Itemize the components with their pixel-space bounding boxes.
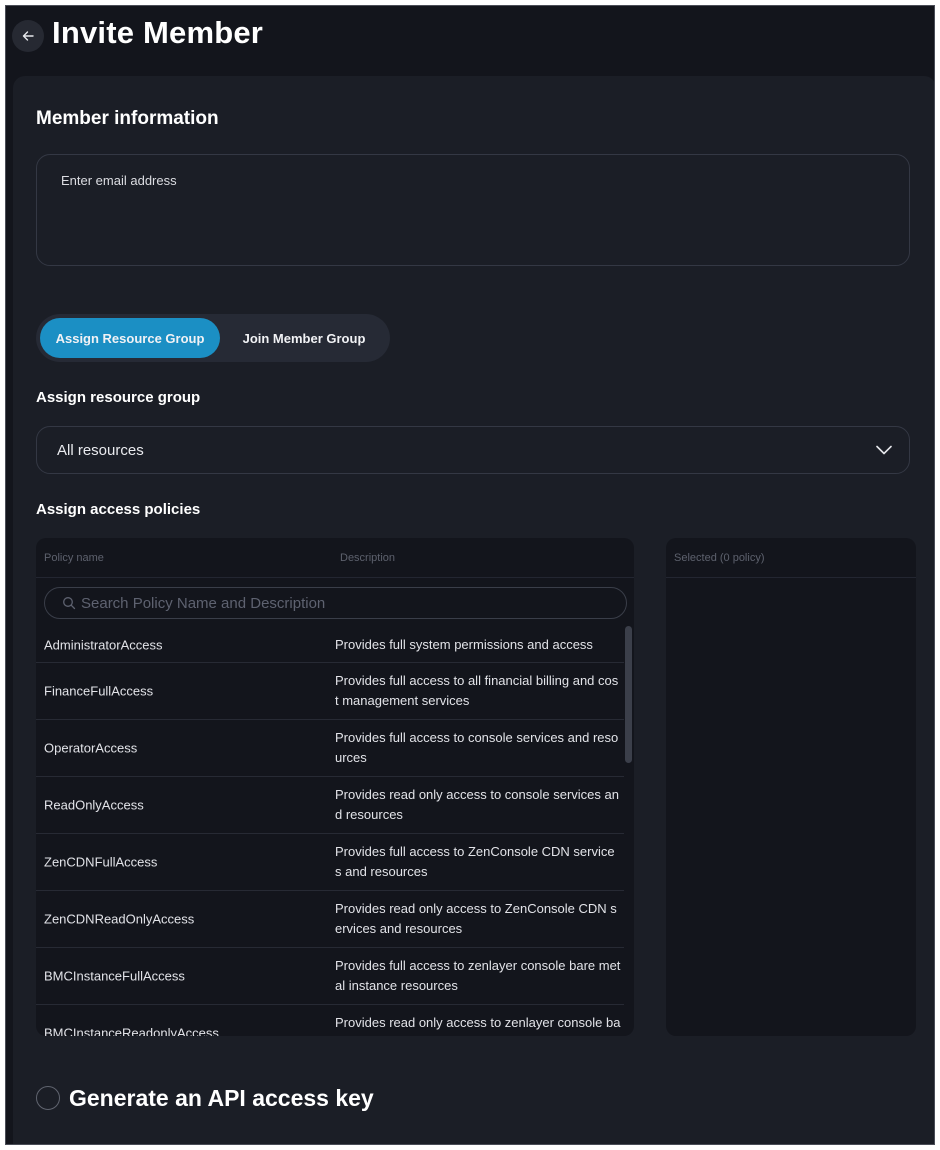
policy-description: Provides full access to zenlayer console… bbox=[335, 958, 621, 993]
api-key-label: Generate an API access key bbox=[69, 1084, 374, 1111]
api-key-option[interactable]: Generate an API access key bbox=[36, 1083, 374, 1113]
policy-row[interactable]: BMCInstanceFullAccess Provides full acce… bbox=[36, 948, 624, 1005]
policy-description: Provides read only access to console ser… bbox=[335, 787, 619, 822]
scrollbar-thumb[interactable] bbox=[625, 626, 632, 763]
column-header-description: Description bbox=[340, 552, 396, 564]
policy-description: Provides read only access to ZenConsole … bbox=[335, 901, 617, 936]
policy-search-input[interactable] bbox=[81, 594, 626, 612]
policy-list: AdministratorAccess Provides full system… bbox=[36, 628, 624, 1036]
chevron-down-icon bbox=[876, 445, 892, 455]
policy-name: ReadOnlyAccess bbox=[44, 797, 144, 813]
app-window: Invite Member Member information Assign … bbox=[5, 5, 935, 1145]
policy-table-header: Policy name Description bbox=[36, 538, 634, 578]
email-field-container bbox=[36, 154, 910, 266]
assign-resource-group-tab[interactable]: Assign Resource Group bbox=[40, 318, 220, 358]
search-icon bbox=[63, 597, 76, 610]
email-field[interactable] bbox=[37, 155, 909, 265]
policy-row[interactable]: FinanceFullAccess Provides full access t… bbox=[36, 663, 624, 720]
policy-name: ZenCDNReadOnlyAccess bbox=[44, 911, 195, 927]
selected-policies-panel: Selected (0 policy) bbox=[666, 538, 916, 1036]
policy-name: BMCInstanceReadonlyAccess bbox=[44, 1025, 219, 1037]
resource-group-select[interactable]: All resources bbox=[36, 426, 910, 474]
policy-description: Provides full system permissions and acc… bbox=[335, 637, 593, 652]
arrow-left-icon bbox=[22, 31, 34, 41]
column-header-policy-name: Policy name bbox=[44, 552, 104, 564]
back-button[interactable] bbox=[12, 20, 44, 52]
resource-group-title: Assign resource group bbox=[36, 389, 201, 406]
policy-row[interactable]: ZenCDNReadOnlyAccess Provides read only … bbox=[36, 891, 624, 948]
form-content: Member information Assign Resource Group… bbox=[13, 76, 934, 1144]
selected-policies-header: Selected (0 policy) bbox=[666, 538, 916, 578]
policy-name: AdministratorAccess bbox=[44, 637, 163, 653]
policy-name: OperatorAccess bbox=[44, 740, 138, 756]
policy-name: ZenCDNFullAccess bbox=[44, 854, 158, 870]
policy-row[interactable]: ReadOnlyAccess Provides read only access… bbox=[36, 777, 624, 834]
policy-description: Provides full access to ZenConsole CDN s… bbox=[335, 844, 615, 879]
policy-row[interactable]: OperatorAccess Provides full access to c… bbox=[36, 720, 624, 777]
selected-count-label: Selected (0 policy) bbox=[674, 552, 765, 564]
policy-row[interactable]: AdministratorAccess Provides full system… bbox=[36, 628, 624, 663]
policy-table: Policy name Description AdministratorAcc… bbox=[36, 538, 634, 1036]
page-title: Invite Member bbox=[52, 15, 264, 50]
api-key-radio[interactable] bbox=[36, 1086, 60, 1110]
join-member-group-tab[interactable]: Join Member Group bbox=[224, 318, 384, 358]
policy-list-scrollbar[interactable] bbox=[625, 626, 632, 1036]
policy-name: FinanceFullAccess bbox=[44, 683, 154, 699]
policy-row[interactable]: ZenCDNFullAccess Provides full access to… bbox=[36, 834, 624, 891]
page-header: Invite Member bbox=[6, 6, 934, 76]
policy-description: Provides read only access to zenlayer co… bbox=[335, 1015, 621, 1036]
policy-description: Provides full access to console services… bbox=[335, 730, 619, 765]
member-info-title: Member information bbox=[36, 108, 219, 129]
policy-description: Provides full access to all financial bi… bbox=[335, 673, 619, 708]
policy-row[interactable]: BMCInstanceReadonlyAccess Provides read … bbox=[36, 1005, 624, 1036]
resource-group-value: All resources bbox=[57, 441, 144, 459]
policy-search bbox=[44, 587, 627, 619]
access-policies-title: Assign access policies bbox=[36, 501, 201, 518]
policy-name: BMCInstanceFullAccess bbox=[44, 968, 185, 984]
mode-toggle: Assign Resource Group Join Member Group bbox=[36, 314, 390, 362]
